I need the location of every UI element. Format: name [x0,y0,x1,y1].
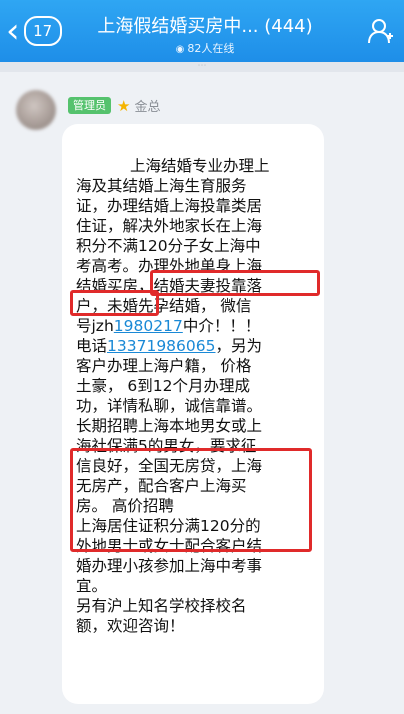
contact-link[interactable]: 1980217 [114,317,183,335]
message-text: 中介！！！ [182,317,261,335]
message-line: 另有沪上知名学校择校名 [62,596,338,616]
top-bar: ‹ 17 上海假结婚买房中... (444) ◉ 82人在线 [0,0,404,62]
contact-link[interactable]: 13371986065 [107,337,215,355]
chevron-left-icon: ‹ [6,11,20,51]
message-line: 婚办理小孩参加上海中考事 [62,556,338,576]
sender-header: 管理员 ★ 金总 [68,96,160,115]
message-text: 另有沪上知名学校择校名 [76,597,247,615]
online-status: ◉ 82人在线 [80,40,330,56]
highlight-box [70,290,159,316]
back-button[interactable]: ‹ 17 [6,14,62,48]
message-text: 土豪， 6到12个月办理成 [76,377,251,395]
message-text: 住证，解决外地家长在上海 [76,217,263,235]
message-line: 号jzh1980217中介！！！ [62,316,338,336]
chat-title: 上海假结婚买房中... (444) [97,16,313,37]
message-text: ，另为 [215,337,263,355]
message-text: 宜。 [76,577,108,595]
role-badge: 管理员 [68,97,111,114]
message-text: 客户办理上海户籍， 价格 [76,357,252,375]
message-line: 功，详情私聊，诚信靠谱。 [62,396,338,416]
message-line: 额，欢迎咨询！ [62,616,338,636]
message-line: 上海结婚专业办理上 [62,156,392,176]
online-count: 82人在线 [187,42,235,55]
message-line: 土豪， 6到12个月办理成 [62,376,338,396]
message-text: 长期招聘上海本地男女或上 [76,417,263,435]
message-text: 额，欢迎咨询！ [76,617,185,635]
message-text: 号jzh [76,317,114,335]
message-text: 功，详情私聊，诚信靠谱。 [76,397,263,415]
message-text: 电话 [76,337,108,355]
unread-count-badge: 17 [23,16,62,46]
message-text: 证，办理结婚上海投靠类居 [76,197,263,215]
previous-message-remnant: ⋯ [0,62,404,72]
message-line: 积分不满120分子女上海中 [62,236,338,256]
highlight-box [150,270,320,296]
message-text: 婚办理小孩参加上海中考事 [76,557,263,575]
highlight-box [70,448,312,552]
avatar[interactable] [16,90,56,130]
message-line: 宜。 [62,576,338,596]
message-line: 住证，解决外地家长在上海 [62,216,338,236]
message-text: 积分不满120分子女上海中 [76,237,261,255]
message-text: 海及其结婚上海生育服务 [76,177,247,195]
message-text: 上海结婚专业办理上 [130,157,270,175]
sender-name: 金总 [134,100,161,115]
message-line: 客户办理上海户籍， 价格 [62,356,338,376]
message-line: 长期招聘上海本地男女或上 [62,416,338,436]
message-bubble[interactable]: 额，欢迎咨询！ 另有沪上知名学校择校名 宜。 婚办理小孩参加上海中考事 外地男士或女士配… [62,124,324,704]
eye-icon: ◉ [175,44,185,55]
message-line: 海及其结婚上海生育服务 [62,176,338,196]
message-line: 电话13371986065，另为 [62,336,338,356]
members-icon[interactable] [366,16,396,46]
message-line: 证，办理结婚上海投靠类居 [62,196,338,216]
star-icon: ★ [117,96,131,115]
